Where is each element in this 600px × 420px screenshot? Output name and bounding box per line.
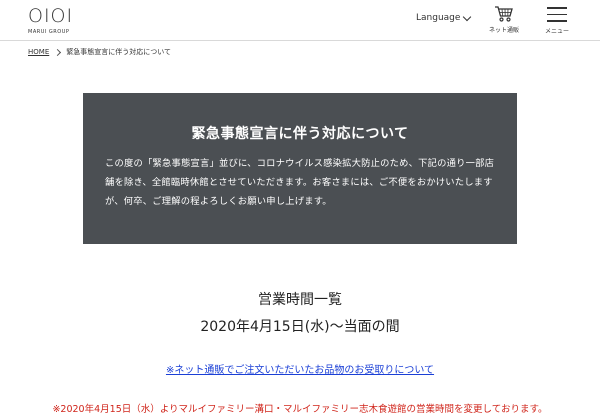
emergency-notice-box: 緊急事態宣言に伴う対応について この度の「緊急事態宣言」並びに、コロナウイルス感… [83,93,517,244]
business-hours-date: 2020年4月15日(水)〜当面の間 [200,319,400,335]
breadcrumb: HOME 緊急事態宣言に伴う対応について [28,47,171,57]
notice-body: この度の「緊急事態宣言」並びに、コロナウイルス感染拡大防止のため、下記の通り一部… [105,158,495,207]
language-label: Language [416,13,461,23]
chevron-down-icon [463,12,472,21]
menu-label: メニュー [544,27,569,35]
chevron-right-icon [54,48,62,56]
cart-icon [495,6,513,22]
hours-change-notice: ※2020年4月15日（水）よりマルイファミリー溝口・マルイファミリー志木食遊館… [52,404,548,415]
menu-button[interactable]: メニュー [540,7,574,35]
business-hours-title: 営業時間一覧 [258,292,342,308]
notice-title: 緊急事態宣言に伴う対応について [191,126,409,142]
breadcrumb-home-link[interactable]: HOME [28,48,49,56]
online-shop-label: ネット通販 [488,27,519,34]
breadcrumb-current: 緊急事態宣言に伴う対応について [66,48,172,56]
online-shop-button[interactable]: ネット通販 [484,5,524,34]
language-selector[interactable]: Language [416,12,472,23]
logo-subtitle: MARUI GROUP [28,29,70,35]
marui-logo[interactable]: OIOI MARUI GROUP [28,6,76,35]
online-order-pickup-link[interactable]: ※ネット通販でご注文いただいたお品物のお受取りについて [0,361,600,376]
hamburger-icon [540,7,574,22]
site-header: OIOI MARUI GROUP Language ネット通販 メニュー [0,0,600,41]
logo-mark: OIOI [28,5,74,27]
